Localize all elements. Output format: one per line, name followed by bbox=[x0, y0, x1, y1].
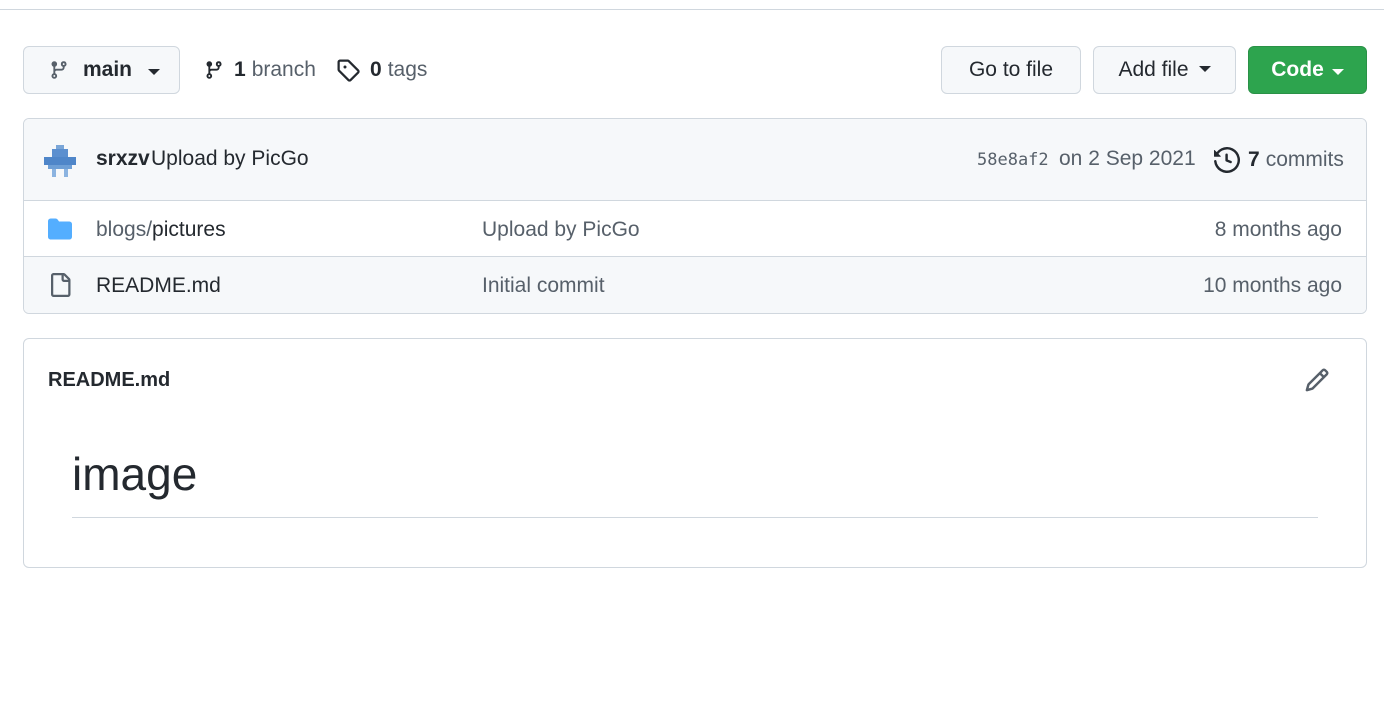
readme-title: README.md bbox=[48, 369, 171, 391]
tag-icon bbox=[337, 59, 360, 82]
code-button[interactable]: Code bbox=[1248, 46, 1367, 94]
commit-date: on 2 Sep 2021 bbox=[1059, 147, 1196, 170]
latest-commit-row: srxzv Upload by PicGo 58e8af2 on 2 Sep 2… bbox=[24, 119, 1366, 201]
file-age: 8 months ago bbox=[1214, 218, 1342, 241]
add-file-label: Add file bbox=[1118, 58, 1189, 81]
file-row[interactable]: blogs/pictures Upload by PicGo 8 months … bbox=[24, 201, 1366, 257]
file-name: README.md bbox=[96, 274, 221, 297]
commit-word: commits bbox=[1265, 148, 1344, 171]
add-file-button[interactable]: Add file bbox=[1093, 46, 1236, 94]
avatar[interactable] bbox=[44, 145, 76, 177]
branch-word: branch bbox=[251, 58, 316, 81]
tag-count: 0 bbox=[370, 58, 382, 81]
code-label: Code bbox=[1271, 58, 1324, 81]
commit-hash-link[interactable]: 58e8af2 bbox=[977, 150, 1049, 170]
tag-word: tags bbox=[387, 58, 428, 81]
chevron-down-icon bbox=[1331, 68, 1344, 75]
heading-divider bbox=[72, 517, 1318, 518]
file-browser: srxzv Upload by PicGo 58e8af2 on 2 Sep 2… bbox=[23, 118, 1367, 314]
top-border bbox=[0, 0, 1384, 10]
file-age: 10 months ago bbox=[1203, 274, 1342, 297]
git-branch-icon bbox=[51, 61, 67, 79]
commit-message-link[interactable]: Upload by PicGo bbox=[151, 147, 309, 171]
readme-heading: image bbox=[72, 448, 198, 500]
branch-label: main bbox=[83, 58, 133, 81]
branch-count: 1 bbox=[234, 58, 246, 81]
file-commit-message-link[interactable]: Initial commit bbox=[482, 274, 605, 298]
history-icon bbox=[1214, 147, 1240, 173]
readme-panel: README.md image bbox=[23, 338, 1367, 568]
commit-count: 7 bbox=[1248, 148, 1260, 171]
branch-select-button[interactable]: main bbox=[23, 46, 180, 94]
branches-link[interactable]: 1 branch bbox=[204, 46, 316, 94]
commit-author-link[interactable]: srxzv bbox=[96, 147, 150, 171]
file-commit-message-link[interactable]: Upload by PicGo bbox=[482, 218, 640, 242]
repo-toolbar: main 1 branch 0 tags Go to file Add file… bbox=[23, 46, 1367, 94]
file-icon bbox=[51, 273, 71, 297]
file-name-link[interactable]: blogs/pictures bbox=[96, 218, 226, 242]
git-branch-icon bbox=[206, 61, 222, 79]
go-to-file-button[interactable]: Go to file bbox=[941, 46, 1081, 94]
file-row[interactable]: README.md Initial commit 10 months ago bbox=[24, 257, 1366, 313]
tags-link[interactable]: 0 tags bbox=[336, 46, 427, 94]
file-dir-prefix: blogs/ bbox=[96, 218, 153, 241]
file-name-link[interactable]: README.md bbox=[96, 274, 221, 298]
pencil-icon[interactable] bbox=[1304, 367, 1330, 393]
folder-icon bbox=[48, 218, 72, 240]
commits-history-link[interactable]: 7 commits bbox=[1214, 145, 1344, 175]
chevron-down-icon bbox=[1198, 66, 1211, 72]
file-name: pictures bbox=[152, 218, 226, 241]
chevron-down-icon bbox=[148, 69, 161, 75]
